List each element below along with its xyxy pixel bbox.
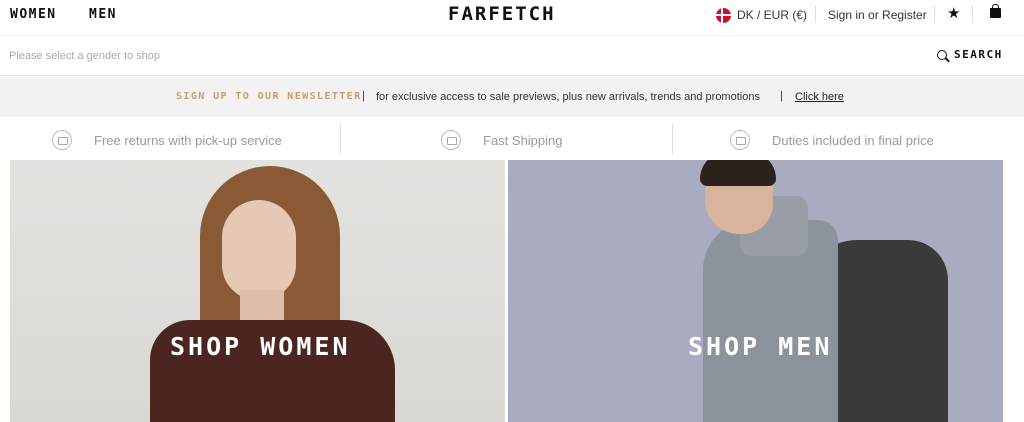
feature-free-returns: Free returns with pick-up service [52,130,282,150]
return-icon [52,130,72,150]
feature-fast-shipping: Fast Shipping [441,130,563,150]
features-bar: Free returns with pick-up service Fast S… [10,118,1003,160]
shop-women-panel[interactable]: SHOP WOMEN [10,160,505,422]
shop-men-panel[interactable]: SHOP MEN [508,160,1003,422]
star-icon[interactable]: ★ [947,4,960,22]
bag-icon[interactable] [990,4,1001,18]
search-button[interactable]: SEARCH [937,48,1003,61]
locale-label: DK / EUR (€) [737,8,808,22]
newsletter-click-here-link[interactable]: Click here [795,91,844,103]
denmark-flag-icon [716,7,731,23]
separator: | [362,90,365,102]
feature-label: Duties included in final price [772,132,934,148]
divider [972,5,973,23]
search-icon [937,49,947,60]
shipping-icon [441,130,461,150]
feature-duties-included: Duties included in final price [730,130,934,150]
card-icon [730,130,750,150]
divider [672,124,673,154]
newsletter-banner: SIGN UP TO OUR NEWSLETTER | for exclusiv… [0,77,1024,117]
nav-men-link[interactable]: MEN [89,7,117,22]
search-button-label: SEARCH [954,48,1003,61]
nav-women-link[interactable]: WOMEN [10,7,57,22]
model-image [700,160,776,186]
locale-selector[interactable]: DK / EUR (€) [716,6,807,24]
shop-men-label[interactable]: SHOP MEN [688,332,832,361]
newsletter-description: for exclusive access to sale previews, p… [376,91,760,103]
divider [934,5,935,23]
divider [815,5,816,23]
feature-label: Free returns with pick-up service [94,132,282,148]
separator: | [780,90,783,102]
top-nav: WOMEN MEN FARFETCH DK / EUR (€) Sign in … [0,0,1024,30]
model-image [222,200,296,300]
newsletter-signup-label[interactable]: SIGN UP TO OUR NEWSLETTER [176,91,362,102]
divider [340,124,341,154]
search-bar: SEARCH [0,35,1024,76]
feature-label: Fast Shipping [483,132,563,148]
shop-women-label[interactable]: SHOP WOMEN [170,332,351,361]
search-input[interactable] [9,47,889,65]
farfetch-logo[interactable]: FARFETCH [448,3,556,25]
sign-in-register-link[interactable]: Sign in or Register [828,8,927,22]
